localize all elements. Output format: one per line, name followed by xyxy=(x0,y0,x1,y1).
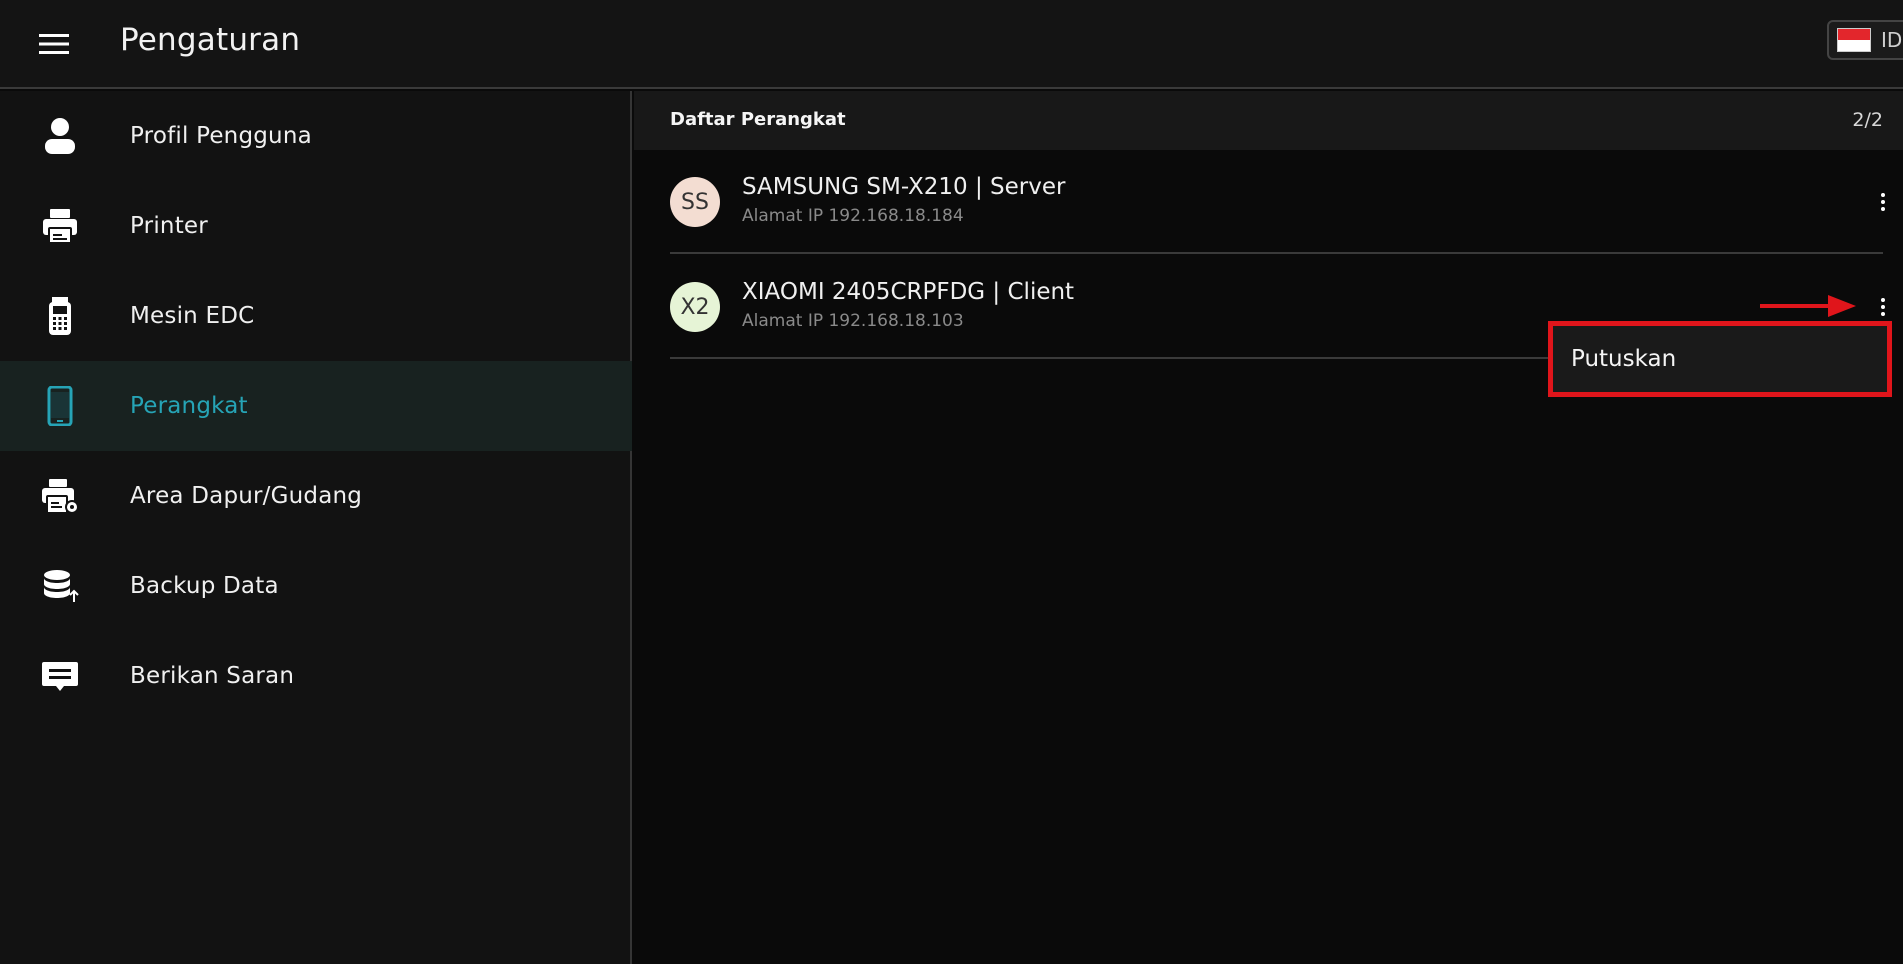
device-ip: Alamat IP 192.168.18.184 xyxy=(742,206,964,226)
sidebar-item-printer[interactable]: Printer xyxy=(0,181,632,271)
sidebar-item-berikan-saran[interactable]: Berikan Saran xyxy=(0,631,632,721)
disconnect-menu-item[interactable]: Putuskan xyxy=(1571,346,1676,372)
sidebar-item-label: Backup Data xyxy=(130,573,279,599)
annotation-arrow-icon xyxy=(1760,295,1856,317)
feedback-icon xyxy=(38,656,82,696)
device-list-panel: Daftar Perangkat 2/2 SS SAMSUNG SM-X210 … xyxy=(634,91,1903,964)
language-code: ID xyxy=(1881,28,1903,52)
device-count: 2/2 xyxy=(1852,109,1883,131)
smartphone-icon xyxy=(38,386,82,426)
more-vert-icon xyxy=(1881,298,1885,302)
menu-button[interactable] xyxy=(30,24,78,64)
more-options-button[interactable] xyxy=(1873,291,1893,323)
device-row[interactable]: SS SAMSUNG SM-X210 | Server Alamat IP 19… xyxy=(670,150,1885,254)
device-list-header: Daftar Perangkat 2/2 xyxy=(634,91,1903,150)
sidebar-item-backup-data[interactable]: Backup Data xyxy=(0,541,632,631)
top-app-bar: Pengaturan ID xyxy=(0,0,1903,89)
more-vert-icon xyxy=(1881,193,1885,197)
device-list-title: Daftar Perangkat xyxy=(670,109,846,130)
sidebar-item-label: Perangkat xyxy=(130,393,248,419)
user-icon xyxy=(38,116,82,156)
page-title: Pengaturan xyxy=(120,22,301,58)
sidebar-item-label: Berikan Saran xyxy=(130,663,295,689)
settings-sidebar: Profil Pengguna Printer Mesin EDC Perang… xyxy=(0,91,632,964)
sidebar-item-mesin-edc[interactable]: Mesin EDC xyxy=(0,271,632,361)
device-ip: Alamat IP 192.168.18.103 xyxy=(742,311,964,331)
sidebar-item-label: Area Dapur/Gudang xyxy=(130,483,363,509)
more-options-button[interactable] xyxy=(1873,186,1893,218)
sidebar-item-label: Mesin EDC xyxy=(130,303,255,329)
avatar: SS xyxy=(670,177,720,227)
sidebar-item-label: Printer xyxy=(130,213,208,239)
hamburger-menu-icon xyxy=(39,34,69,54)
device-name: SAMSUNG SM-X210 | Server xyxy=(742,174,1066,200)
edc-machine-icon xyxy=(38,296,82,336)
avatar: X2 xyxy=(670,282,720,332)
sidebar-item-label: Profil Pengguna xyxy=(130,123,312,149)
device-name: XIAOMI 2405CRPFDG | Client xyxy=(742,279,1075,305)
printer-icon xyxy=(38,206,82,246)
sidebar-item-area-dapur-gudang[interactable]: Area Dapur/Gudang xyxy=(0,451,632,541)
sidebar-item-perangkat[interactable]: Perangkat xyxy=(0,361,632,451)
database-upload-icon xyxy=(38,566,82,606)
language-selector[interactable]: ID xyxy=(1827,20,1903,60)
printer-settings-icon xyxy=(38,476,82,516)
indonesia-flag-icon xyxy=(1837,28,1871,52)
context-menu: Putuskan xyxy=(1548,321,1892,397)
sidebar-item-profil-pengguna[interactable]: Profil Pengguna xyxy=(0,91,632,181)
